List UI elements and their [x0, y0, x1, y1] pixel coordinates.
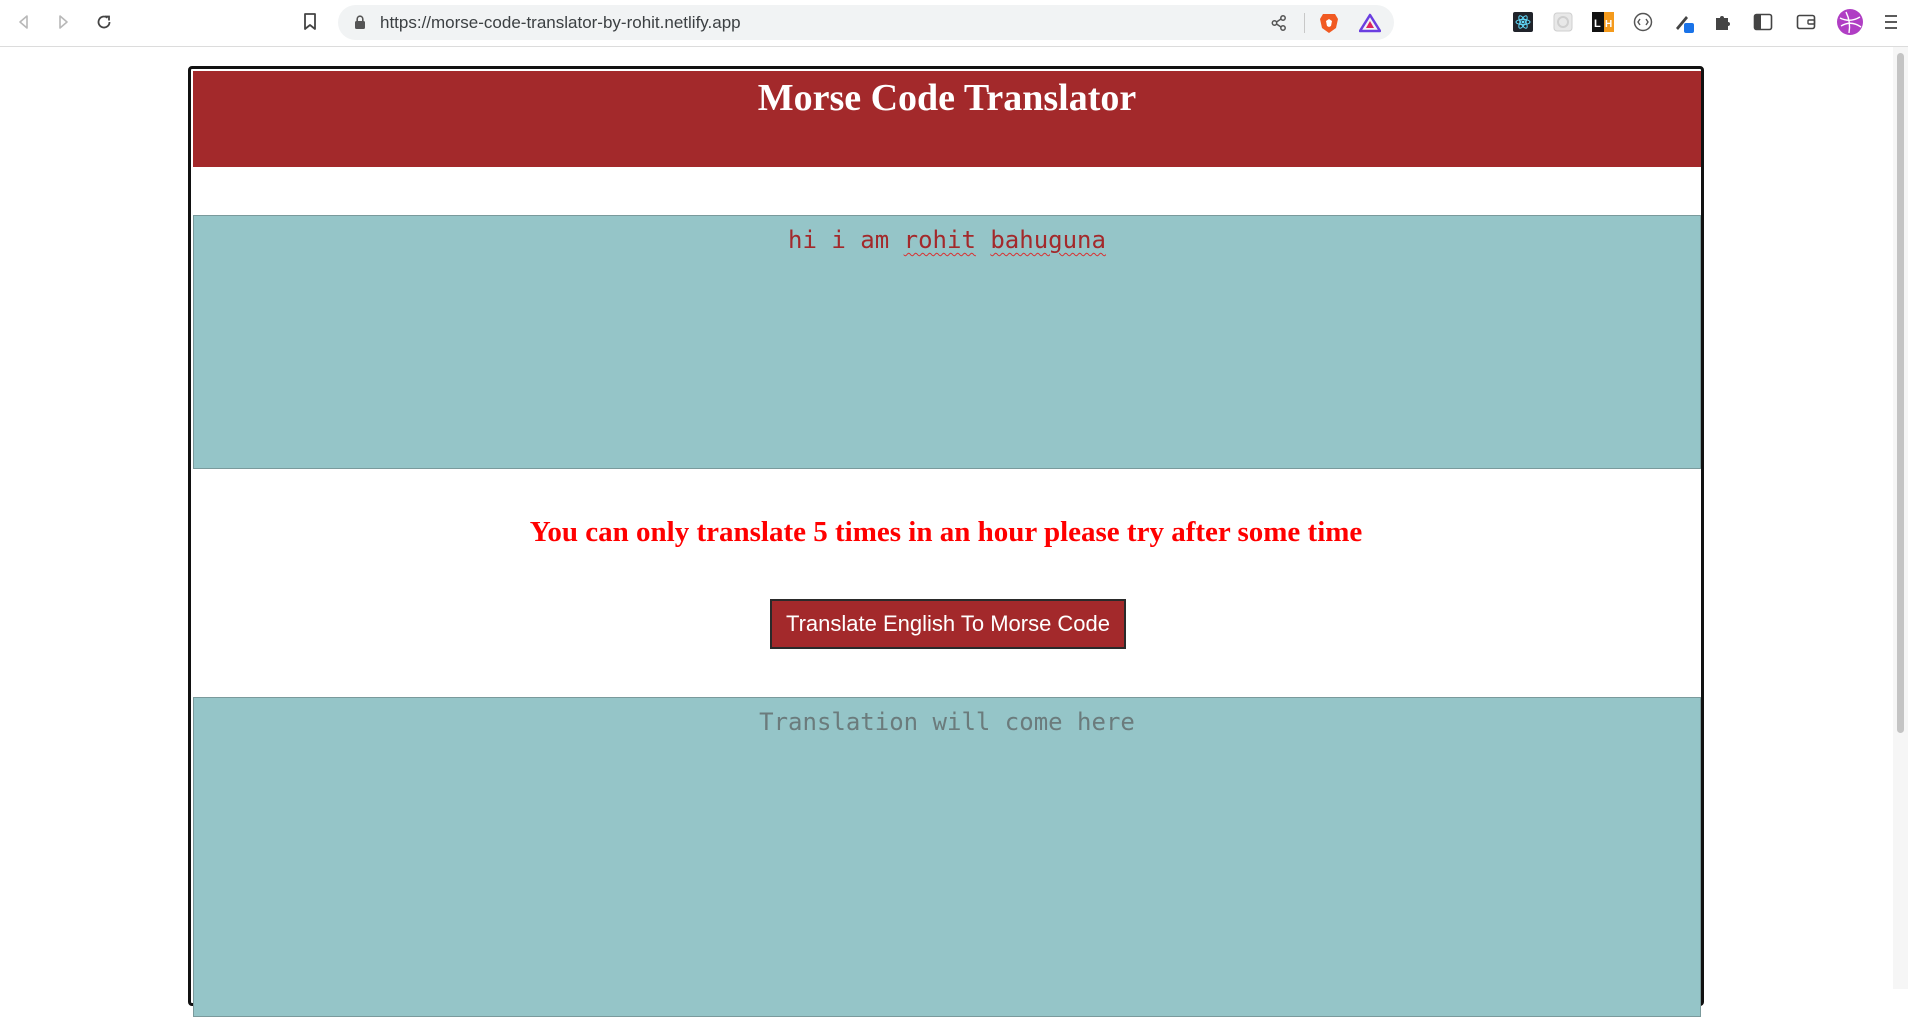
bookmark-icon[interactable]	[299, 11, 321, 33]
english-input[interactable]: hi i am rohit bahuguna	[193, 215, 1701, 469]
svg-text:H: H	[1605, 19, 1612, 30]
output-placeholder: Translation will come here	[759, 708, 1135, 736]
share-icon[interactable]	[1268, 12, 1290, 34]
misspelled-word: rohit	[903, 226, 976, 254]
brave-shield-icon[interactable]	[1318, 12, 1340, 34]
input-text-space	[976, 226, 990, 254]
url-text[interactable]: https://morse-code-translator-by-rohit.n…	[380, 13, 741, 33]
devtools-extension-icon[interactable]	[1632, 11, 1654, 33]
page-scrollbar[interactable]	[1893, 47, 1908, 989]
color-picker-icon[interactable]	[1673, 11, 1695, 33]
app-header: Morse Code Translator	[193, 71, 1701, 167]
svg-text:L: L	[1594, 18, 1601, 30]
lock-icon	[354, 15, 366, 34]
puzzle-icon[interactable]	[1712, 11, 1734, 33]
sidebar-icon[interactable]	[1752, 11, 1774, 33]
back-icon[interactable]	[13, 11, 35, 33]
misspelled-word: bahuguna	[990, 226, 1106, 254]
app-title: Morse Code Translator	[757, 77, 1137, 119]
input-text-plain: hi i am	[788, 226, 904, 254]
react-devtools-icon[interactable]	[1512, 11, 1534, 33]
input-text: hi i am rohit bahuguna	[788, 226, 1106, 254]
reload-icon[interactable]	[93, 11, 115, 33]
rate-limit-error: You can only translate 5 times in an hou…	[529, 516, 1363, 548]
extension-icon[interactable]	[1552, 11, 1574, 33]
browser-toolbar: https://morse-code-translator-by-rohit.n…	[0, 0, 1908, 47]
profile-avatar[interactable]	[1837, 9, 1863, 35]
wallet-icon[interactable]	[1795, 11, 1817, 33]
lighthouse-icon[interactable]: LH	[1592, 11, 1614, 33]
morse-output[interactable]: Translation will come here	[193, 697, 1701, 1017]
brave-rewards-icon[interactable]	[1359, 12, 1381, 34]
scrollbar-thumb[interactable]	[1897, 53, 1904, 733]
omnibox-divider	[1304, 13, 1305, 33]
forward-icon[interactable]	[52, 11, 74, 33]
menu-icon[interactable]	[1880, 11, 1902, 33]
address-bar[interactable]: https://morse-code-translator-by-rohit.n…	[338, 5, 1394, 40]
app-container: Morse Code Translator hi i am rohit bahu…	[188, 66, 1704, 1017]
translate-button[interactable]: Translate English To Morse Code	[770, 599, 1126, 649]
